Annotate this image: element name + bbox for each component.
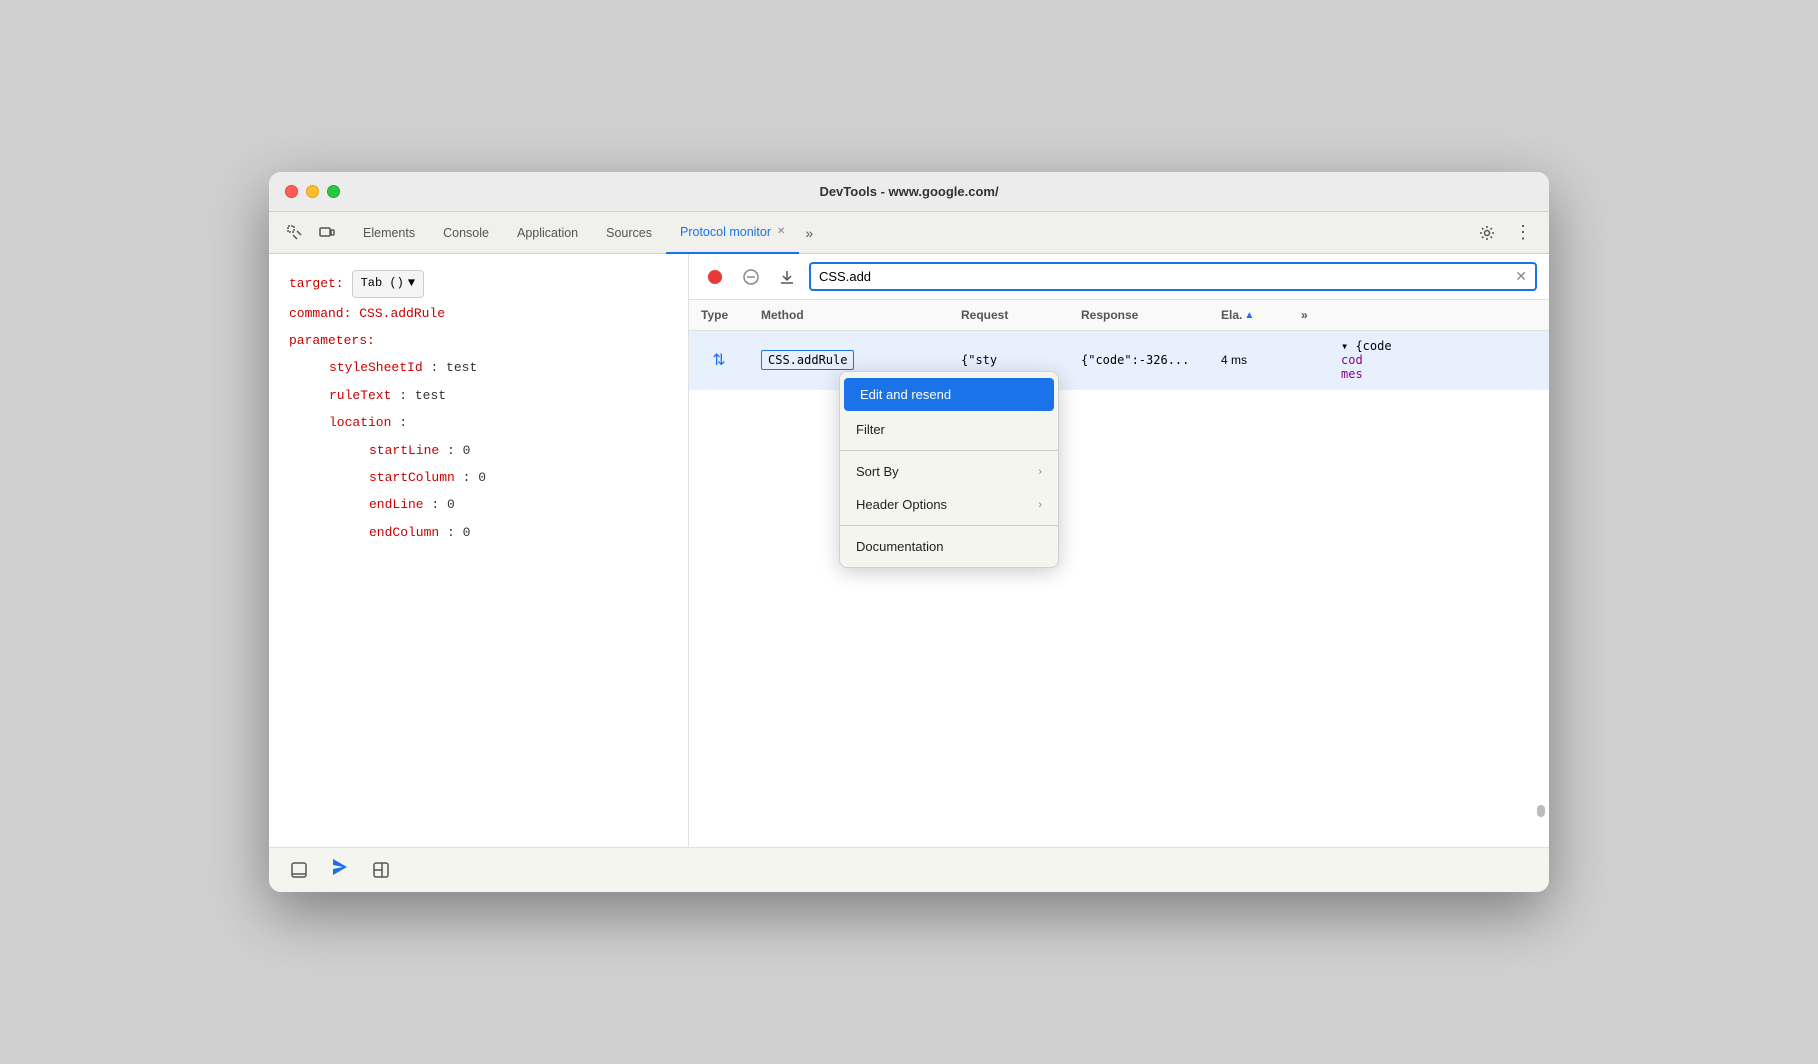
row-extra: ▾ {code cod mes [1329, 331, 1549, 389]
col-header-more[interactable]: » [1289, 300, 1329, 330]
menu-header-options[interactable]: Header Options › [840, 488, 1058, 521]
menu-sort-by[interactable]: Sort By › [840, 455, 1058, 488]
prop-startLine: startLine : 0 [289, 439, 668, 462]
settings-icon[interactable] [1473, 219, 1501, 247]
target-dropdown[interactable]: Tab () ▼ [352, 270, 424, 298]
tab-settings: ⋮ [1473, 219, 1537, 247]
clear-button[interactable] [737, 263, 765, 291]
header-options-arrow-icon: › [1038, 499, 1042, 511]
right-panel: ✕ Type Method Request Response Ela. ▲ » [689, 254, 1549, 847]
search-bar: ✕ [809, 262, 1537, 291]
col-header-elapsed: Ela. ▲ [1209, 300, 1289, 330]
command-label: command: [289, 306, 351, 321]
prop-styleSheetId: styleSheetId : test [289, 356, 668, 379]
search-clear-icon[interactable]: ✕ [1515, 268, 1527, 285]
title-bar: DevTools - www.google.com/ [269, 172, 1549, 212]
tab-protocol-monitor[interactable]: Protocol monitor ✕ [666, 212, 799, 254]
tab-application[interactable]: Application [503, 212, 592, 254]
tab-bar: Elements Console Application Sources Pro… [269, 212, 1549, 254]
menu-edit-resend[interactable]: Edit and resend [844, 378, 1054, 411]
parameters-row: parameters: [289, 329, 668, 352]
command-row: command: CSS.addRule [289, 302, 668, 325]
minimize-button[interactable] [306, 185, 319, 198]
tab-more-icon[interactable]: » [799, 225, 819, 241]
tab-console[interactable]: Console [429, 212, 503, 254]
maximize-button[interactable] [327, 185, 340, 198]
menu-separator-1 [840, 450, 1058, 451]
table-row[interactable]: ⇅ CSS.addRule {"sty {"code":-326... 4 ms… [689, 331, 1549, 390]
col-header-type: Type [689, 300, 749, 330]
traffic-lights [285, 185, 340, 198]
device-toolbar-icon[interactable] [313, 219, 341, 247]
prop-startColumn: startColumn : 0 [289, 466, 668, 489]
devtools-body: Elements Console Application Sources Pro… [269, 212, 1549, 892]
row-more [1289, 352, 1329, 368]
search-input[interactable] [819, 269, 1515, 284]
col-header-response: Response [1069, 300, 1209, 330]
prop-ruleText: ruleText : test [289, 384, 668, 407]
tab-bar-left [281, 219, 341, 247]
menu-documentation[interactable]: Documentation [840, 530, 1058, 563]
prop-location: location : [289, 411, 668, 434]
tab-close-icon[interactable]: ✕ [777, 226, 785, 237]
record-button[interactable] [701, 263, 729, 291]
close-button[interactable] [285, 185, 298, 198]
table-body: ⇅ CSS.addRule {"sty {"code":-326... 4 ms… [689, 331, 1549, 847]
parameters-label: parameters: [289, 333, 375, 348]
context-menu: Edit and resend Filter Sort By › Header … [839, 371, 1059, 568]
sort-by-arrow-icon: › [1038, 466, 1042, 478]
prop-endLine: endLine : 0 [289, 493, 668, 516]
row-type: ⇅ [689, 342, 749, 378]
bottom-bar [269, 847, 1549, 892]
table-header: Type Method Request Response Ela. ▲ » [689, 300, 1549, 331]
tab-sources[interactable]: Sources [592, 212, 666, 254]
panel-toggle-icon[interactable] [285, 856, 313, 884]
col-header-method: Method [749, 300, 949, 330]
window-title: DevTools - www.google.com/ [819, 184, 998, 199]
command-value: CSS.addRule [359, 306, 445, 321]
devtools-window: DevTools - www.google.com/ [269, 172, 1549, 892]
toolbar: ✕ [689, 254, 1549, 300]
scrollbar-thumb [1537, 805, 1545, 817]
left-panel: target: Tab () ▼ command: CSS.addRule pa… [269, 254, 689, 847]
target-row: target: Tab () ▼ [289, 270, 668, 298]
target-label: target: [289, 272, 344, 295]
col-header-request: Request [949, 300, 1069, 330]
download-button[interactable] [773, 263, 801, 291]
prop-endColumn: endColumn : 0 [289, 521, 668, 544]
col-header-extra [1329, 300, 1549, 330]
type-arrow-icon: ⇅ [701, 350, 737, 370]
menu-filter[interactable]: Filter [840, 413, 1058, 446]
dock-icon[interactable] [367, 856, 395, 884]
row-response: {"code":-326... [1069, 345, 1209, 375]
more-options-icon[interactable]: ⋮ [1509, 219, 1537, 247]
send-button[interactable] [329, 856, 351, 884]
row-elapsed: 4 ms [1209, 345, 1289, 375]
inspect-icon[interactable] [281, 219, 309, 247]
menu-separator-2 [840, 525, 1058, 526]
tab-elements[interactable]: Elements [349, 212, 429, 254]
main-content: target: Tab () ▼ command: CSS.addRule pa… [269, 254, 1549, 847]
